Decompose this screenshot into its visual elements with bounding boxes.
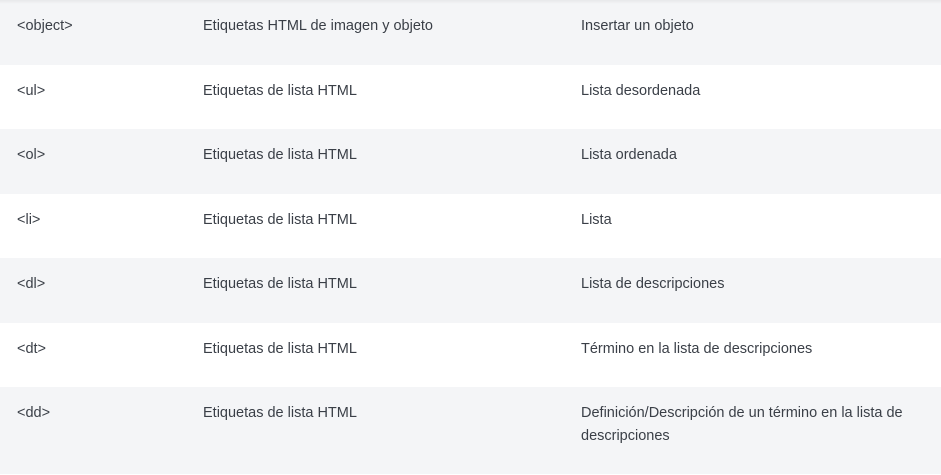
category-cell: Etiquetas de lista HTML bbox=[203, 405, 357, 421]
table-row: <li> Etiquetas de lista HTML Lista bbox=[0, 194, 941, 259]
category-cell: Etiquetas de lista HTML bbox=[203, 340, 357, 357]
category-cell: Etiquetas de lista HTML bbox=[203, 82, 357, 99]
description-cell: Definición/Descripción de un término en … bbox=[581, 405, 903, 444]
tag-cell: <dl> bbox=[17, 276, 46, 292]
category-cell: Etiquetas HTML de imagen y objeto bbox=[203, 18, 433, 34]
tag-cell: <ol> bbox=[17, 147, 46, 163]
category-cell: Etiquetas de lista HTML bbox=[203, 211, 357, 228]
table-row: <ol> Etiquetas de lista HTML Lista orden… bbox=[0, 129, 941, 194]
category-cell: Etiquetas de lista HTML bbox=[203, 276, 357, 292]
table-row: <dl> Etiquetas de lista HTML Lista de de… bbox=[0, 258, 941, 323]
table-row: <object> Etiquetas HTML de imagen y obje… bbox=[0, 0, 941, 65]
category-cell: Etiquetas de lista HTML bbox=[203, 147, 357, 163]
html-tags-table: <object> Etiquetas HTML de imagen y obje… bbox=[0, 0, 941, 474]
description-cell: Insertar un objeto bbox=[581, 18, 694, 34]
table-row: <ul> Etiquetas de lista HTML Lista desor… bbox=[0, 65, 941, 130]
tag-cell: <object> bbox=[17, 18, 73, 34]
description-cell: Lista ordenada bbox=[581, 147, 677, 163]
tag-cell: <ul> bbox=[17, 82, 46, 99]
description-cell: Lista desordenada bbox=[581, 82, 701, 99]
description-cell: Lista bbox=[581, 211, 612, 228]
description-cell: Término en la lista de descripciones bbox=[581, 340, 813, 357]
table-body: <object> Etiquetas HTML de imagen y obje… bbox=[0, 0, 941, 474]
table-row: <dd> Etiquetas de lista HTML Definición/… bbox=[0, 387, 941, 474]
tag-cell: <dt> bbox=[17, 340, 47, 357]
tag-cell: <li> bbox=[17, 211, 41, 228]
tag-cell: <dd> bbox=[17, 405, 51, 421]
table-row: <dt> Etiquetas de lista HTML Término en … bbox=[0, 323, 941, 388]
description-cell: Lista de descripciones bbox=[581, 276, 725, 292]
